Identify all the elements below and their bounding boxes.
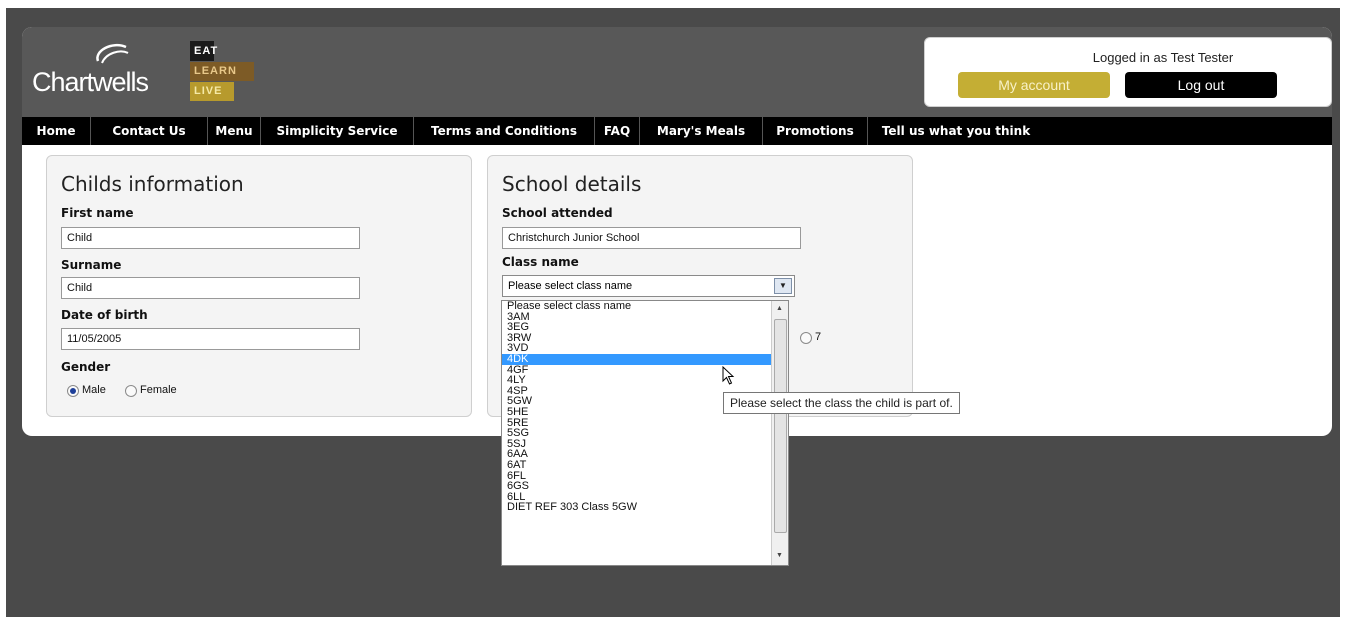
logo-swirl-icon	[96, 44, 129, 64]
class-option[interactable]: 5SG	[502, 428, 788, 439]
log-out-button[interactable]: Log out	[1125, 72, 1277, 98]
tag-live: LIVE	[190, 82, 234, 101]
class-option[interactable]: 3VD	[502, 343, 788, 354]
nav-marys-meals[interactable]: Mary's Meals	[640, 117, 763, 145]
tag-learn: LEARN	[190, 62, 254, 81]
tag-eat: EAT	[190, 41, 217, 61]
panel-title: School details	[502, 172, 642, 196]
eat-learn-live-badge: EAT LEARN LIVE	[190, 41, 254, 103]
class-option[interactable]: 6FL	[502, 470, 788, 482]
option-radio-7[interactable]	[800, 332, 812, 344]
childs-information-panel: Childs information First name Child Surn…	[46, 155, 472, 417]
first-name-input[interactable]: Child	[61, 227, 360, 249]
nav-promotions[interactable]: Promotions	[763, 117, 868, 145]
panel-title: Childs information	[61, 172, 244, 196]
main-nav: Home Contact Us Menu Simplicity Service …	[22, 117, 1332, 145]
school-attended-input[interactable]: Christchurch Junior School	[502, 227, 801, 249]
class-option[interactable]: 3EG	[502, 322, 788, 333]
class-option[interactable]: DIET REF 303 Class 5GW	[502, 502, 788, 513]
scrollbar-thumb[interactable]	[774, 319, 787, 533]
logo-wordmark: Chartwells	[32, 67, 149, 97]
class-tooltip: Please select the class the child is par…	[723, 392, 960, 414]
first-name-label: First name	[61, 206, 134, 220]
dob-label: Date of birth	[61, 308, 148, 322]
nav-contact-us[interactable]: Contact Us	[91, 117, 208, 145]
surname-input[interactable]: Child	[61, 277, 360, 299]
nav-tell-us[interactable]: Tell us what you think	[868, 117, 1044, 145]
class-name-select[interactable]: Please select class name ▼	[502, 275, 795, 297]
nav-home[interactable]: Home	[22, 117, 91, 145]
gender-male-label: Male	[82, 384, 106, 396]
gender-female-label: Female	[140, 384, 177, 396]
account-box: Logged in as Test Tester My account Log …	[924, 37, 1332, 107]
class-name-label: Class name	[502, 255, 579, 269]
gender-male-radio[interactable]	[67, 385, 79, 397]
nav-menu[interactable]: Menu	[208, 117, 261, 145]
class-name-dropdown-list[interactable]: Please select class name 3AM 3EG 3RW 3VD…	[501, 300, 789, 566]
surname-label: Surname	[61, 258, 122, 272]
scroll-down-icon[interactable]: ▼	[776, 551, 783, 562]
nav-terms[interactable]: Terms and Conditions	[414, 117, 595, 145]
class-option[interactable]: 3RW	[502, 332, 788, 344]
my-account-button[interactable]: My account	[958, 72, 1110, 98]
school-attended-label: School attended	[502, 206, 613, 220]
class-option[interactable]: 6AT	[502, 460, 788, 471]
nav-simplicity-service[interactable]: Simplicity Service	[261, 117, 414, 145]
class-option-highlighted[interactable]: 4DK	[502, 354, 788, 365]
nav-faq[interactable]: FAQ	[595, 117, 640, 145]
class-name-select-value: Please select class name	[508, 280, 633, 292]
class-option[interactable]: 3AM	[502, 311, 788, 323]
option-radio-7-label: 7	[815, 331, 822, 343]
chartwells-logo[interactable]: Chartwells	[32, 41, 172, 101]
class-option[interactable]: Please select class name	[502, 301, 788, 312]
class-option[interactable]: 4GF	[502, 364, 788, 376]
site-header: Chartwells EAT LEARN LIVE Logged in as T…	[22, 27, 1332, 117]
class-option[interactable]: 5RE	[502, 417, 788, 429]
dropdown-arrow-icon[interactable]: ▼	[774, 278, 792, 294]
gender-label: Gender	[61, 360, 111, 374]
class-option[interactable]: 6AA	[502, 449, 788, 460]
class-option[interactable]: 6GS	[502, 481, 788, 492]
mouse-pointer-icon	[722, 366, 735, 385]
class-option[interactable]: 5SJ	[502, 438, 788, 450]
logged-in-text: Logged in as Test Tester	[1092, 50, 1234, 65]
dropdown-scrollbar[interactable]: ▲ ▼	[771, 301, 788, 565]
class-option[interactable]: 4LY	[502, 375, 788, 386]
scroll-up-icon[interactable]: ▲	[776, 304, 783, 315]
dob-input[interactable]: 11/05/2005	[61, 328, 360, 350]
gender-female-radio[interactable]	[125, 385, 137, 397]
